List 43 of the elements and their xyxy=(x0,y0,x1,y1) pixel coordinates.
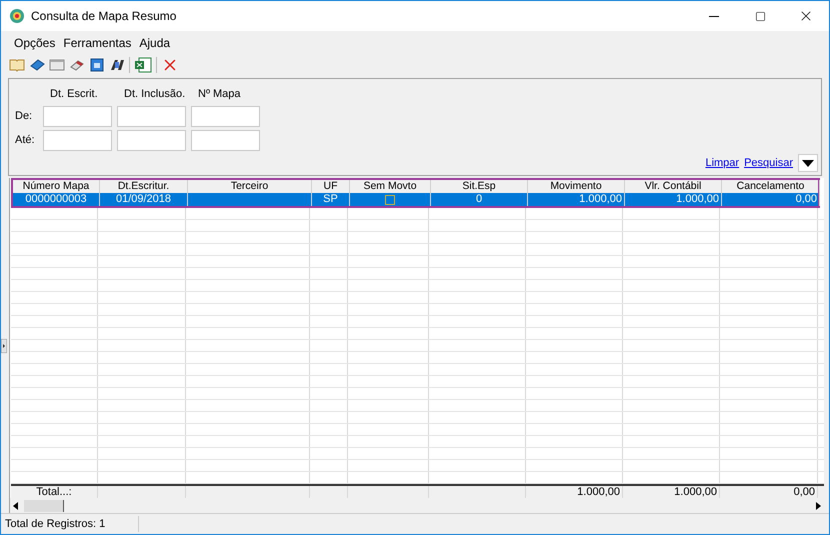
link[interactable]: Pesquisar xyxy=(744,154,793,172)
window-icon[interactable] xyxy=(49,58,65,72)
input-field[interactable] xyxy=(43,130,112,150)
left-arrow-icon[interactable] xyxy=(12,502,20,510)
input-field[interactable] xyxy=(191,130,260,150)
menu-item[interactable]: Ferramentas xyxy=(62,34,132,52)
dropdown-button[interactable] xyxy=(798,154,818,172)
table-cell: 01/09/2018 xyxy=(116,193,172,206)
table-cell: SP xyxy=(323,193,338,206)
save-icon[interactable] xyxy=(89,58,105,72)
spreadsheet-icon[interactable] xyxy=(134,57,152,73)
filter-label: Dt. Escrit. xyxy=(49,87,99,102)
table-cell: 0,00 xyxy=(796,193,817,206)
splitter-handle-icon[interactable] xyxy=(1,338,7,352)
total-value: 1.000,00 xyxy=(674,486,717,498)
table-cell: 0000000003 xyxy=(25,193,87,206)
maximize-icon xyxy=(754,10,766,22)
caret-icon xyxy=(802,160,814,166)
filter-label: Dt. Inclusão. xyxy=(123,87,186,102)
scrollbar-thumb[interactable] xyxy=(24,500,64,512)
range-label: De: xyxy=(15,108,34,124)
input-field[interactable] xyxy=(117,130,186,150)
table-cell: 0 xyxy=(476,193,482,206)
range-label: Até: xyxy=(15,132,36,148)
input-field[interactable] xyxy=(43,106,112,126)
total-label: Total...: xyxy=(36,486,72,498)
table-cell: 1.000,00 xyxy=(579,193,622,206)
eraser-icon[interactable] xyxy=(69,58,85,72)
total-value: 1.000,00 xyxy=(577,486,620,498)
window-title: Consulta de Mapa Resumo xyxy=(31,8,176,25)
checkbox[interactable] xyxy=(385,194,395,204)
table-row[interactable]: 0000000003 01/09/2018 SP 0 1.000,00 1.000,00 0,00 xyxy=(13,193,818,206)
input-field[interactable] xyxy=(191,106,260,126)
link[interactable]: Limpar xyxy=(705,154,740,172)
right-arrow-icon[interactable] xyxy=(814,502,822,510)
input-field[interactable] xyxy=(117,106,186,126)
status-text: Total de Registros: 1 xyxy=(1,516,139,532)
menu-item[interactable]: Opções xyxy=(13,34,56,52)
table-cell: 1.000,00 xyxy=(676,193,719,206)
total-value: 0,00 xyxy=(794,486,815,498)
menu-item[interactable]: Ajuda xyxy=(138,34,172,52)
globe-icon xyxy=(9,8,25,24)
filter-label: Nº Mapa xyxy=(197,87,242,102)
